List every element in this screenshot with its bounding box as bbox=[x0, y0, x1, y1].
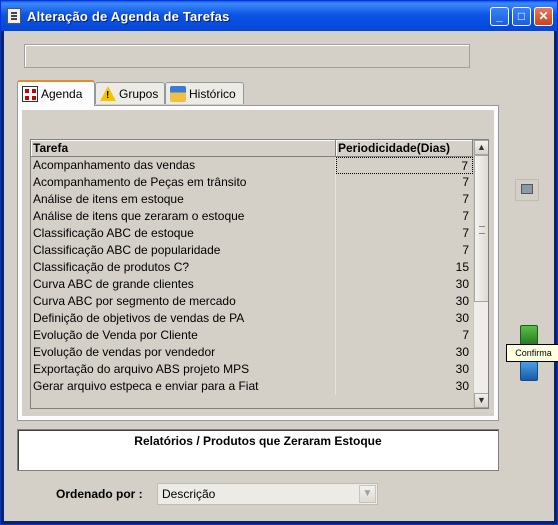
cell-periodicidade: 7 bbox=[462, 209, 469, 223]
table-row[interactable]: Curva ABC por segmento de mercado 30 bbox=[31, 293, 473, 310]
history-icon bbox=[170, 85, 186, 102]
table-row[interactable]: Análise de itens que zeraram o estoque 7 bbox=[31, 208, 473, 225]
cell-tarefa: Acompanhamento de Peças em trânsito bbox=[31, 174, 336, 191]
cell-periodicidade: 30 bbox=[455, 294, 469, 308]
column-header-periodicidade[interactable]: Periodicidade(Dias) bbox=[336, 140, 473, 157]
list-view-icon[interactable] bbox=[515, 179, 539, 201]
app-icon bbox=[7, 8, 21, 24]
chevron-down-icon[interactable]: ▼ bbox=[359, 485, 376, 503]
tab-agenda-label: Agenda bbox=[41, 87, 83, 101]
cell-periodicidade: 7 bbox=[462, 328, 469, 342]
cell-tarefa: Classificação ABC de popularidade bbox=[31, 242, 336, 259]
table-row[interactable]: Classificação ABC de estoque 7 bbox=[31, 225, 473, 242]
table-row[interactable]: Exportação do arquivo ABS projeto MPS 30 bbox=[31, 361, 473, 378]
order-value: Descrição bbox=[162, 487, 216, 501]
cell-tarefa: Definição de objetivos de vendas de PA bbox=[31, 310, 336, 327]
table-row[interactable]: Classificação ABC de popularidade 7 bbox=[31, 242, 473, 259]
info-text: Relatórios / Produtos que Zeraram Estoqu… bbox=[134, 434, 382, 448]
table-row[interactable]: Curva ABC de grande clientes 30 bbox=[31, 276, 473, 293]
minimize-button[interactable]: _ bbox=[490, 7, 509, 26]
cell-periodicidade: 7 bbox=[336, 157, 473, 174]
cell-tarefa: Classificação de produtos C? bbox=[31, 259, 336, 276]
cell-tarefa: Curva ABC de grande clientes bbox=[31, 276, 336, 293]
cell-periodicidade: 30 bbox=[455, 277, 469, 291]
maximize-button[interactable]: □ bbox=[512, 7, 531, 26]
scroll-down-arrow-icon[interactable]: ▼ bbox=[474, 393, 488, 408]
close-button[interactable]: ✕ bbox=[534, 7, 553, 26]
order-select[interactable]: Descrição ▼ bbox=[157, 483, 378, 505]
tab-agenda[interactable]: Agenda bbox=[17, 80, 95, 106]
cell-tarefa: Gerar arquivo estpeca e enviar para a Fi… bbox=[31, 378, 336, 395]
table-scrollbar[interactable]: ▲ ▼ bbox=[473, 140, 488, 408]
agenda-panel-body: Tarefa Periodicidade(Dias) Acompanhament… bbox=[22, 110, 494, 416]
tab-historico[interactable]: Histórico bbox=[165, 82, 244, 104]
cell-tarefa: Acompanhamento das vendas bbox=[31, 157, 336, 174]
window-title: Alteração de Agenda de Tarefas bbox=[27, 9, 230, 24]
main-window: Alteração de Agenda de Tarefas _ □ ✕ Age… bbox=[0, 0, 558, 525]
cell-tarefa: Classificação ABC de estoque bbox=[31, 225, 336, 242]
scroll-up-arrow-icon[interactable]: ▲ bbox=[474, 140, 488, 155]
table-header: Tarefa Periodicidade(Dias) bbox=[31, 140, 473, 157]
confirm-up-arrow-icon bbox=[520, 325, 538, 345]
cell-periodicidade: 30 bbox=[455, 362, 469, 376]
status-field bbox=[24, 44, 470, 68]
tab-grupos-label: Grupos bbox=[119, 86, 159, 101]
cell-periodicidade: 7 bbox=[462, 175, 469, 189]
cell-periodicidade: 30 bbox=[455, 311, 469, 325]
cell-periodicidade: 7 bbox=[462, 192, 469, 206]
cell-periodicidade: 15 bbox=[455, 260, 469, 274]
table-row[interactable]: Classificação de produtos C? 15 bbox=[31, 259, 473, 276]
title-bar[interactable]: Alteração de Agenda de Tarefas _ □ ✕ bbox=[1, 1, 557, 31]
info-panel: Relatórios / Produtos que Zeraram Estoqu… bbox=[17, 429, 499, 471]
order-label: Ordenado por : bbox=[56, 487, 143, 501]
task-table[interactable]: Tarefa Periodicidade(Dias) Acompanhament… bbox=[30, 139, 489, 409]
table-row[interactable]: Evolução de Venda por Cliente 7 bbox=[31, 327, 473, 344]
table-row[interactable]: Análise de itens em estoque 7 bbox=[31, 191, 473, 208]
cell-periodicidade: 7 bbox=[462, 226, 469, 240]
table-row[interactable]: Evolução de vendas por vendedor 30 bbox=[31, 344, 473, 361]
table-row[interactable]: Definição de objetivos de vendas de PA 30 bbox=[31, 310, 473, 327]
cell-tarefa: Evolução de Venda por Cliente bbox=[31, 327, 336, 344]
tab-historico-label: Histórico bbox=[189, 86, 236, 101]
cell-tarefa: Curva ABC por segmento de mercado bbox=[31, 293, 336, 310]
table-row[interactable]: Acompanhamento de Peças em trânsito 7 bbox=[31, 174, 473, 191]
table-row[interactable]: Gerar arquivo estpeca e enviar para a Fi… bbox=[31, 378, 473, 395]
cell-tarefa: Evolução de vendas por vendedor bbox=[31, 344, 336, 361]
confirm-tooltip: Confirma bbox=[506, 344, 558, 362]
calendar-icon bbox=[22, 86, 38, 102]
scroll-thumb[interactable] bbox=[474, 155, 488, 302]
column-header-tarefa[interactable]: Tarefa bbox=[31, 140, 336, 157]
agenda-panel: Tarefa Periodicidade(Dias) Acompanhament… bbox=[17, 105, 499, 421]
cell-tarefa: Análise de itens que zeraram o estoque bbox=[31, 208, 336, 225]
warning-icon: ! bbox=[100, 86, 116, 101]
cell-periodicidade: 30 bbox=[455, 345, 469, 359]
table-row[interactable]: Acompanhamento das vendas 7 bbox=[31, 157, 473, 174]
cell-tarefa: Análise de itens em estoque bbox=[31, 191, 336, 208]
confirm-down-arrow-icon bbox=[520, 361, 538, 381]
cell-periodicidade: 30 bbox=[455, 379, 469, 393]
cell-tarefa: Exportação do arquivo ABS projeto MPS bbox=[31, 361, 336, 378]
client-area: Agenda ! Grupos Histórico Tarefa Periodi… bbox=[4, 31, 558, 521]
cell-periodicidade: 7 bbox=[462, 243, 469, 257]
tab-grupos[interactable]: ! Grupos bbox=[95, 82, 165, 104]
